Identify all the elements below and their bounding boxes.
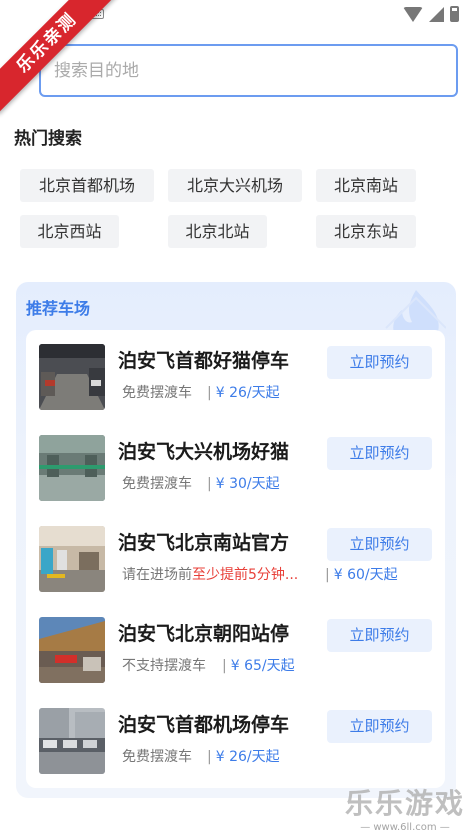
wifi-icon [403,6,423,22]
recommend-title: 推荐车场 [26,299,91,318]
signal-icon [429,6,444,22]
notice-tag: 请在进场前至少提前5分钟... [122,567,299,583]
parking-lot-photo [39,344,105,410]
hot-search-title: 热门搜索 [14,129,82,149]
parking-lot-price: | ¥ 60/天起 [325,567,398,583]
book-now-button[interactable]: 立即预约 [327,528,432,561]
parking-lot-photo [39,435,105,501]
shuttle-tag: 不支持摆渡车 [122,658,206,674]
parking-lot-name: 泊安飞首都机场停车 [118,714,290,736]
hot-chip-beijing-daxing-airport[interactable]: 北京大兴机场 [168,169,302,202]
parking-lot-photo [39,526,105,592]
hot-chip-beijing-east-station[interactable]: 北京东站 [316,215,416,248]
parking-lot-price: | ¥ 26/天起 [207,749,280,765]
shuttle-tag: 免费摆渡车 [122,749,192,765]
hot-chip-beijing-west-station[interactable]: 北京西站 [20,215,119,248]
watermark-ribbon: 乐乐亲测 [0,0,120,120]
parking-lot-name: 泊安飞北京朝阳站停 [118,623,290,645]
parking-lot-item[interactable]: 泊安飞首都机场停车 免费摆渡车 | ¥ 26/天起 立即预约 [26,696,445,787]
book-now-button[interactable]: 立即预约 [327,710,432,743]
parking-lot-photo [39,708,105,774]
system-icons [403,6,459,22]
hot-chip-beijing-south-station[interactable]: 北京南站 [316,169,416,202]
book-now-button[interactable]: 立即预约 [327,619,432,652]
book-now-button[interactable]: 立即预约 [327,437,432,470]
parking-lot-price: | ¥ 30/天起 [207,476,280,492]
parking-lot-name: 泊安飞北京南站官方 [118,532,290,554]
watermark-brand-text: 乐乐游戏 [344,787,465,820]
watermark-url: — www.6ll.com — [360,822,450,833]
parking-lot-photo [39,617,105,683]
watermark-brand: 乐乐游戏 — www.6ll.com — [345,782,465,833]
shuttle-tag: 免费摆渡车 [122,385,192,401]
watermark-ribbon-text: 乐乐亲测 [0,0,118,114]
parking-lot-name: 泊安飞大兴机场好猫 [118,441,290,463]
book-now-button[interactable]: 立即预约 [327,346,432,379]
hot-chip-beijing-capital-airport[interactable]: 北京首都机场 [20,169,154,202]
parking-lot-price: | ¥ 26/天起 [207,385,280,401]
parking-lot-list: 泊安飞首都好猫停车 免费摆渡车 | ¥ 26/天起 立即预约 泊安飞大兴机场好猫 … [26,330,445,788]
notice-warning: 至少提前5分钟... [192,567,299,583]
hot-chip-beijing-north-station[interactable]: 北京北站 [168,215,267,248]
parking-lot-item[interactable]: 泊安飞北京朝阳站停 不支持摆渡车 | ¥ 65/天起 立即预约 [26,605,445,696]
parking-lot-item[interactable]: 泊安飞首都好猫停车 免费摆渡车 | ¥ 26/天起 立即预约 [26,332,445,423]
shuttle-tag: 免费摆渡车 [122,476,192,492]
parking-lot-name: 泊安飞首都好猫停车 [118,350,290,372]
battery-icon [450,6,459,22]
recommend-card: 推荐车场 泊安飞首都好猫停车 免费摆渡车 | ¥ 26/天起 立即预约 泊安飞大… [16,282,456,798]
parking-lot-item[interactable]: 泊安飞北京南站官方 请在进场前至少提前5分钟... | ¥ 60/天起 立即预约 [26,514,445,605]
parking-lot-price: | ¥ 65/天起 [222,658,295,674]
parking-lot-item[interactable]: 泊安飞大兴机场好猫 免费摆渡车 | ¥ 30/天起 立即预约 [26,423,445,514]
